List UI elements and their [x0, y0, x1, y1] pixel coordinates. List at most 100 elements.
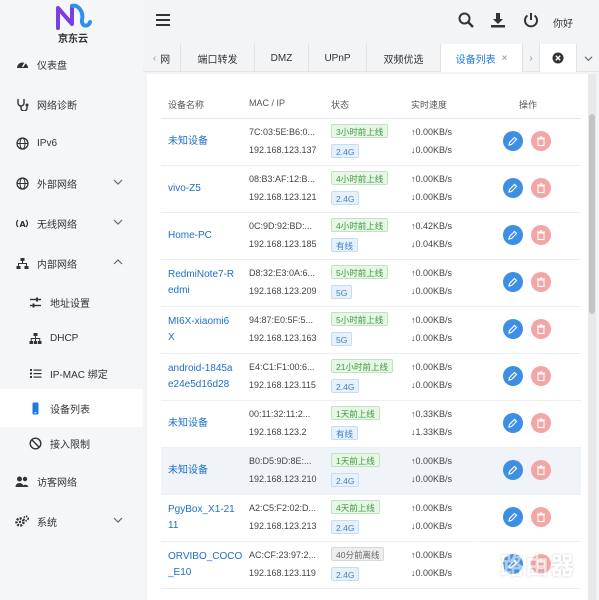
download-speed: ↓0.00KB/s — [411, 568, 453, 578]
tab-prev-partial[interactable]: ‹ 网 — [143, 44, 181, 72]
trash-icon — [537, 512, 545, 522]
edit-button[interactable] — [503, 413, 523, 433]
pencil-icon — [508, 183, 518, 193]
sidebar-item-guest-network[interactable]: 访客网络 — [0, 462, 143, 500]
device-name[interactable]: RedmiNote7-R edmi — [168, 267, 238, 299]
sidebar-item-label: IP-MAC 绑定 — [50, 369, 108, 381]
table-row: RedmiNote7-R edmi D8:32:E3:0A:6... 192.168.… — [161, 260, 581, 307]
delete-button[interactable] — [531, 178, 551, 198]
device-name[interactable]: Home-PC — [168, 228, 238, 244]
device-ip: 192.168.123.163 — [249, 333, 317, 343]
delete-button[interactable] — [531, 507, 551, 527]
delete-button[interactable] — [531, 272, 551, 292]
delete-button[interactable] — [531, 225, 551, 245]
device-name[interactable]: 未知设备 — [168, 134, 238, 150]
edit-button[interactable] — [503, 178, 523, 198]
device-mac: 08:B3:AF:12:B... — [249, 174, 316, 184]
device-name[interactable]: PgyBox_X1-21 11 — [168, 502, 238, 534]
edit-button[interactable] — [503, 225, 523, 245]
sidebar-item-dhcp[interactable]: DHCP — [0, 319, 143, 357]
device-name[interactable]: ORVIBO_COCO _E10 — [168, 549, 242, 581]
close-all-tabs-button[interactable] — [539, 44, 577, 72]
upload-speed: ↑0.00KB/s — [411, 174, 453, 184]
sidebar-item-system[interactable]: 系统 — [0, 502, 143, 540]
edit-button[interactable] — [503, 131, 523, 151]
sidebar-item-wireless[interactable]: A 无线网络 — [0, 204, 143, 242]
device-name[interactable]: 未知设备 — [168, 416, 238, 432]
device-name[interactable]: vivo-Z5 — [168, 181, 238, 197]
device-name[interactable]: MI6X-xiaomi6 X — [168, 314, 238, 346]
device-name[interactable]: 未知设备 — [168, 463, 238, 479]
sidebar-item-internal-network[interactable]: 内部网络 — [0, 244, 143, 282]
delete-button[interactable] — [531, 413, 551, 433]
tab-dmz[interactable]: DMZ — [255, 44, 309, 72]
tab-label: 端口转发 — [197, 54, 238, 66]
status-badge: 4小时前上线 — [331, 218, 389, 232]
device-mac: E4:C1:F1:00:6... — [249, 362, 315, 372]
delete-button[interactable] — [531, 366, 551, 386]
edit-button[interactable] — [503, 272, 523, 292]
upload-speed: ↑0.00KB/s — [411, 315, 453, 325]
sidebar-item-ipv6[interactable]: IPv6 — [0, 124, 143, 162]
delete-button[interactable] — [531, 319, 551, 339]
delete-button[interactable] — [531, 131, 551, 151]
device-name[interactable]: android-1845a e24e5d16d28 — [168, 361, 238, 393]
tab-port-forward[interactable]: 端口转发 — [181, 44, 255, 72]
edit-button[interactable] — [503, 460, 523, 480]
tab-bar: ‹ 网 端口转发 DMZ UPnP 双频优选 设备列表 × › — [143, 44, 599, 72]
pencil-icon — [508, 324, 518, 334]
tab-dropdown[interactable] — [577, 44, 599, 72]
tab-scroll-right[interactable]: › — [523, 44, 539, 72]
status-badge: 3小时前上线 — [331, 124, 389, 138]
search-icon[interactable] — [458, 12, 474, 28]
download-speed: ↓0.00KB/s — [411, 192, 453, 202]
sidebar-item-external-network[interactable]: 外部网络 — [0, 164, 143, 202]
column-header-name: 设备名称 — [168, 100, 205, 110]
menu-toggle-icon[interactable] — [155, 12, 171, 28]
device-table-panel: 设备名称 MAC / IP 状态 实时速度 操作 未知设备 7C:03:5E:B6… — [147, 74, 591, 600]
chevron-right-icon[interactable]: › — [529, 53, 532, 64]
sidebar-item-diagnostics[interactable]: 网络诊断 — [0, 85, 143, 123]
tab-upnp[interactable]: UPnP — [309, 44, 367, 72]
power-icon[interactable] — [523, 12, 539, 28]
download-icon[interactable] — [490, 12, 506, 28]
connection-badge: 2.4G — [331, 473, 360, 487]
sidebar-item-address-settings[interactable]: 地址设置 — [0, 283, 143, 321]
sidebar-item-ip-mac-binding[interactable]: IP-MAC 绑定 — [0, 354, 143, 392]
scrollbar[interactable] — [588, 74, 596, 600]
edit-button[interactable] — [503, 319, 523, 339]
column-header-mac-ip: MAC / IP — [249, 98, 286, 108]
tab-scroll-left-icon[interactable]: ‹ — [153, 53, 156, 64]
scrollbar-thumb[interactable] — [589, 114, 595, 314]
status-badge: 21小时前上线 — [331, 359, 393, 373]
status-badge: 40分前离线 — [331, 547, 385, 561]
close-circle-icon — [552, 52, 564, 64]
pencil-icon — [508, 230, 518, 240]
tab-close-icon[interactable]: × — [502, 53, 508, 64]
sidebar-item-label: 设备列表 — [50, 404, 90, 416]
upload-speed: ↑0.33KB/s — [411, 409, 453, 419]
device-ip: 192.168.123.213 — [249, 521, 317, 531]
edit-button[interactable] — [503, 366, 523, 386]
tab-label: 设备列表 — [455, 54, 496, 66]
connection-badge: 2.4G — [331, 191, 360, 205]
delete-button[interactable] — [531, 460, 551, 480]
edit-button[interactable] — [503, 507, 523, 527]
tab-label: 双频优选 — [383, 54, 424, 66]
download-speed: ↓0.00KB/s — [411, 333, 453, 343]
device-ip: 192.168.123.2 — [249, 427, 307, 437]
upload-speed: ↑0.00KB/s — [411, 456, 453, 466]
pencil-icon — [508, 418, 518, 428]
upload-speed: ↑0.00KB/s — [411, 268, 453, 278]
sidebar-item-access-limit[interactable]: 接入限制 — [0, 424, 143, 462]
sidebar-item-dashboard[interactable]: 仪表盘 — [0, 45, 143, 83]
watermark-text: 路由器 — [500, 553, 575, 580]
tab-device-list[interactable]: 设备列表 × — [441, 44, 523, 72]
sidebar-item-label: 外部网络 — [37, 179, 77, 191]
device-ip: 192.168.123.209 — [249, 286, 317, 296]
tab-band-steering[interactable]: 双频优选 — [367, 44, 441, 72]
sidebar-item-device-list[interactable]: 设备列表 — [0, 389, 143, 427]
table-row: 未知设备 00:11:32:11:2... 192.168.123.2 1天前上线 有线… — [161, 401, 581, 448]
status-badge: 4小时前上线 — [331, 171, 389, 185]
user-greeting[interactable]: 你好 — [553, 15, 573, 30]
